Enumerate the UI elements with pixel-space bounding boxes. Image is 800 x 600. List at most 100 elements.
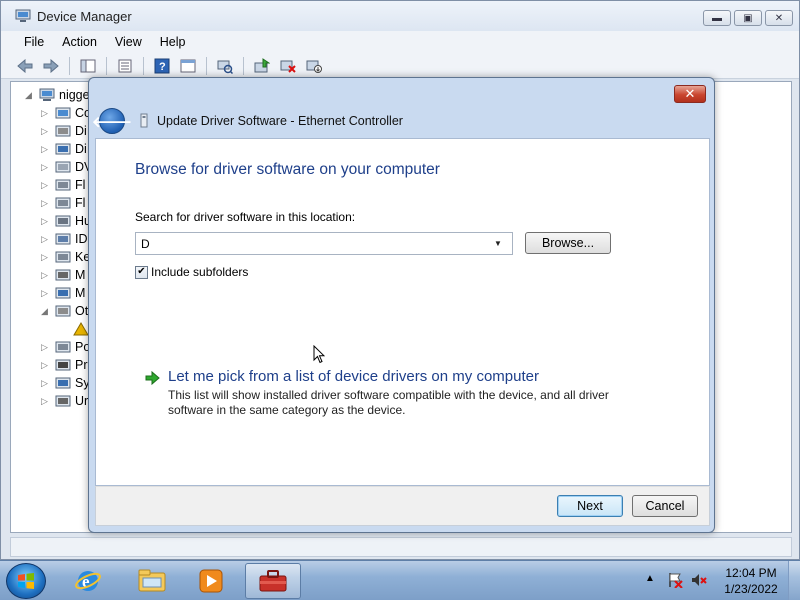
tree-item[interactable]: ▷ Di: [41, 122, 87, 140]
tree-item-label: Di: [75, 124, 87, 138]
show-desktop-button[interactable]: [788, 561, 800, 600]
tree-item[interactable]: ▷ Ke: [41, 248, 90, 266]
taskbar-internet-explorer[interactable]: e: [60, 563, 116, 599]
expand-arrow-icon[interactable]: ▷: [41, 126, 51, 137]
tree-item[interactable]: ▷ Fl: [41, 194, 85, 212]
pick-from-list-description: This list will show installed driver sof…: [168, 388, 609, 417]
dropdown-arrow-icon[interactable]: ▼: [488, 239, 508, 248]
tree-item-label: M: [75, 286, 86, 300]
volume-muted-icon[interactable]: [690, 572, 708, 588]
tree-item[interactable]: ▷ Ur: [41, 392, 88, 410]
disk-drive-icon: [55, 125, 71, 137]
help-icon[interactable]: ?: [152, 56, 172, 76]
expand-arrow-icon[interactable]: ▷: [41, 270, 51, 281]
back-arrow-icon[interactable]: [15, 56, 35, 76]
scan-hardware-changes-icon[interactable]: [215, 56, 235, 76]
tree-item[interactable]: ▷ DV: [41, 158, 92, 176]
dvd-drive-icon: [55, 161, 71, 173]
dialog-close-button[interactable]: ✕: [674, 85, 706, 103]
properties-icon[interactable]: [115, 56, 135, 76]
browse-button[interactable]: Browse...: [525, 232, 611, 254]
back-button[interactable]: 🡐: [92, 108, 132, 134]
collapse-arrow-icon[interactable]: ◢: [41, 306, 51, 317]
include-subfolders-row[interactable]: ✔ Include subfolders: [135, 265, 248, 279]
expand-arrow-icon[interactable]: ▷: [41, 288, 51, 299]
clock-time: 12:04 PM: [725, 566, 777, 580]
expand-arrow-icon[interactable]: ▷: [41, 162, 51, 173]
tree-item[interactable]: ▷ Co: [41, 104, 91, 122]
expand-arrow-icon[interactable]: ▷: [41, 234, 51, 245]
expand-arrow-icon[interactable]: ▷: [41, 378, 51, 389]
device-manager-icon: [15, 9, 31, 22]
expand-arrow-icon[interactable]: ▷: [41, 108, 51, 119]
disable-device-icon[interactable]: [304, 56, 324, 76]
expand-arrow-icon[interactable]: ▷: [41, 360, 51, 371]
action-center-flag-icon[interactable]: [666, 572, 684, 588]
system-clock[interactable]: 12:04 PM 1/23/2022: [716, 565, 786, 597]
show-hidden-icons-icon[interactable]: ▲: [645, 573, 655, 584]
window-caption-buttons: ▬ ▣ ✕: [703, 10, 793, 26]
tree-item[interactable]: ▷ Sy: [41, 374, 90, 392]
include-subfolders-label[interactable]: Include subfolders: [151, 265, 248, 279]
show-hide-console-tree-icon[interactable]: [78, 56, 98, 76]
path-input[interactable]: [136, 233, 488, 254]
tree-item[interactable]: ▷ M: [41, 266, 85, 284]
monitor-icon: [55, 287, 71, 299]
expand-arrow-icon[interactable]: ▷: [41, 198, 51, 209]
menu-view[interactable]: View: [106, 35, 151, 49]
taskbar-windows-explorer[interactable]: [124, 563, 180, 599]
pick-from-list-title[interactable]: Let me pick from a list of device driver…: [168, 368, 618, 385]
expand-arrow-icon[interactable]: ▷: [41, 144, 51, 155]
search-location-label: Search for driver software in this locat…: [135, 210, 356, 224]
menu-help[interactable]: Help: [151, 35, 195, 49]
update-driver-icon[interactable]: [252, 56, 272, 76]
tree-item[interactable]: ▷ M: [41, 284, 85, 302]
window-title: Device Manager: [37, 8, 132, 24]
path-combobox[interactable]: ▼: [135, 232, 513, 255]
cancel-button[interactable]: Cancel: [632, 495, 698, 517]
minimize-button[interactable]: ▬: [703, 10, 731, 26]
include-subfolders-checkbox[interactable]: ✔: [135, 265, 148, 279]
menu-action[interactable]: Action: [53, 35, 106, 49]
expand-arrow-icon[interactable]: ▷: [41, 252, 51, 263]
back-arrow-icon: 🡐: [91, 113, 133, 131]
media-player-icon: [199, 569, 223, 593]
processor-icon: [55, 359, 71, 371]
tree-item[interactable]: ▷ Po: [41, 338, 90, 356]
tree-item[interactable]: ▷ Pr: [41, 356, 88, 374]
tree-item-label: Fl: [75, 178, 86, 192]
other-devices-icon: [55, 305, 71, 317]
tree-item-label: Pr: [75, 358, 88, 372]
uninstall-device-icon[interactable]: [278, 56, 298, 76]
expand-arrow-icon[interactable]: ▷: [41, 342, 51, 353]
dialog-footer: Next Cancel: [95, 486, 710, 526]
pick-from-list-link[interactable]: Let me pick from a list of device driver…: [144, 368, 618, 418]
toolbar-separator: [106, 56, 107, 75]
forward-arrow-icon[interactable]: [41, 56, 61, 76]
page-heading: Browse for driver software on your compu…: [135, 161, 440, 178]
tree-item[interactable]: ▷ ID: [41, 230, 88, 248]
collapse-arrow-icon[interactable]: ◢: [25, 90, 35, 101]
expand-arrow-icon[interactable]: ▷: [41, 396, 51, 407]
menu-file[interactable]: File: [15, 35, 53, 49]
taskbar-device-manager[interactable]: [245, 563, 301, 599]
tree-root[interactable]: ◢ nigge: [25, 86, 90, 104]
view-pane-icon[interactable]: [178, 56, 198, 76]
taskbar-media-player[interactable]: [183, 563, 239, 599]
expand-arrow-icon[interactable]: ▷: [41, 180, 51, 191]
tree-item[interactable]: ◢ Ot: [41, 302, 88, 320]
expand-arrow-icon[interactable]: ▷: [41, 216, 51, 227]
tree-item-label: Fl: [75, 196, 86, 210]
next-button[interactable]: Next: [557, 495, 623, 517]
tree-item[interactable]: ▷ Hu: [41, 212, 91, 230]
checkmark-icon: ✔: [137, 266, 146, 277]
green-arrow-icon: [145, 370, 160, 386]
device-manager-titlebar[interactable]: Device Manager: [1, 1, 799, 31]
tree-item[interactable]: ▷ Di: [41, 140, 87, 158]
close-button[interactable]: ✕: [765, 10, 793, 26]
system-device-icon: [55, 377, 71, 389]
internet-explorer-icon: e: [75, 571, 101, 591]
start-button[interactable]: [6, 563, 46, 599]
tree-item[interactable]: ▷ Fl: [41, 176, 85, 194]
maximize-button[interactable]: ▣: [734, 10, 762, 26]
